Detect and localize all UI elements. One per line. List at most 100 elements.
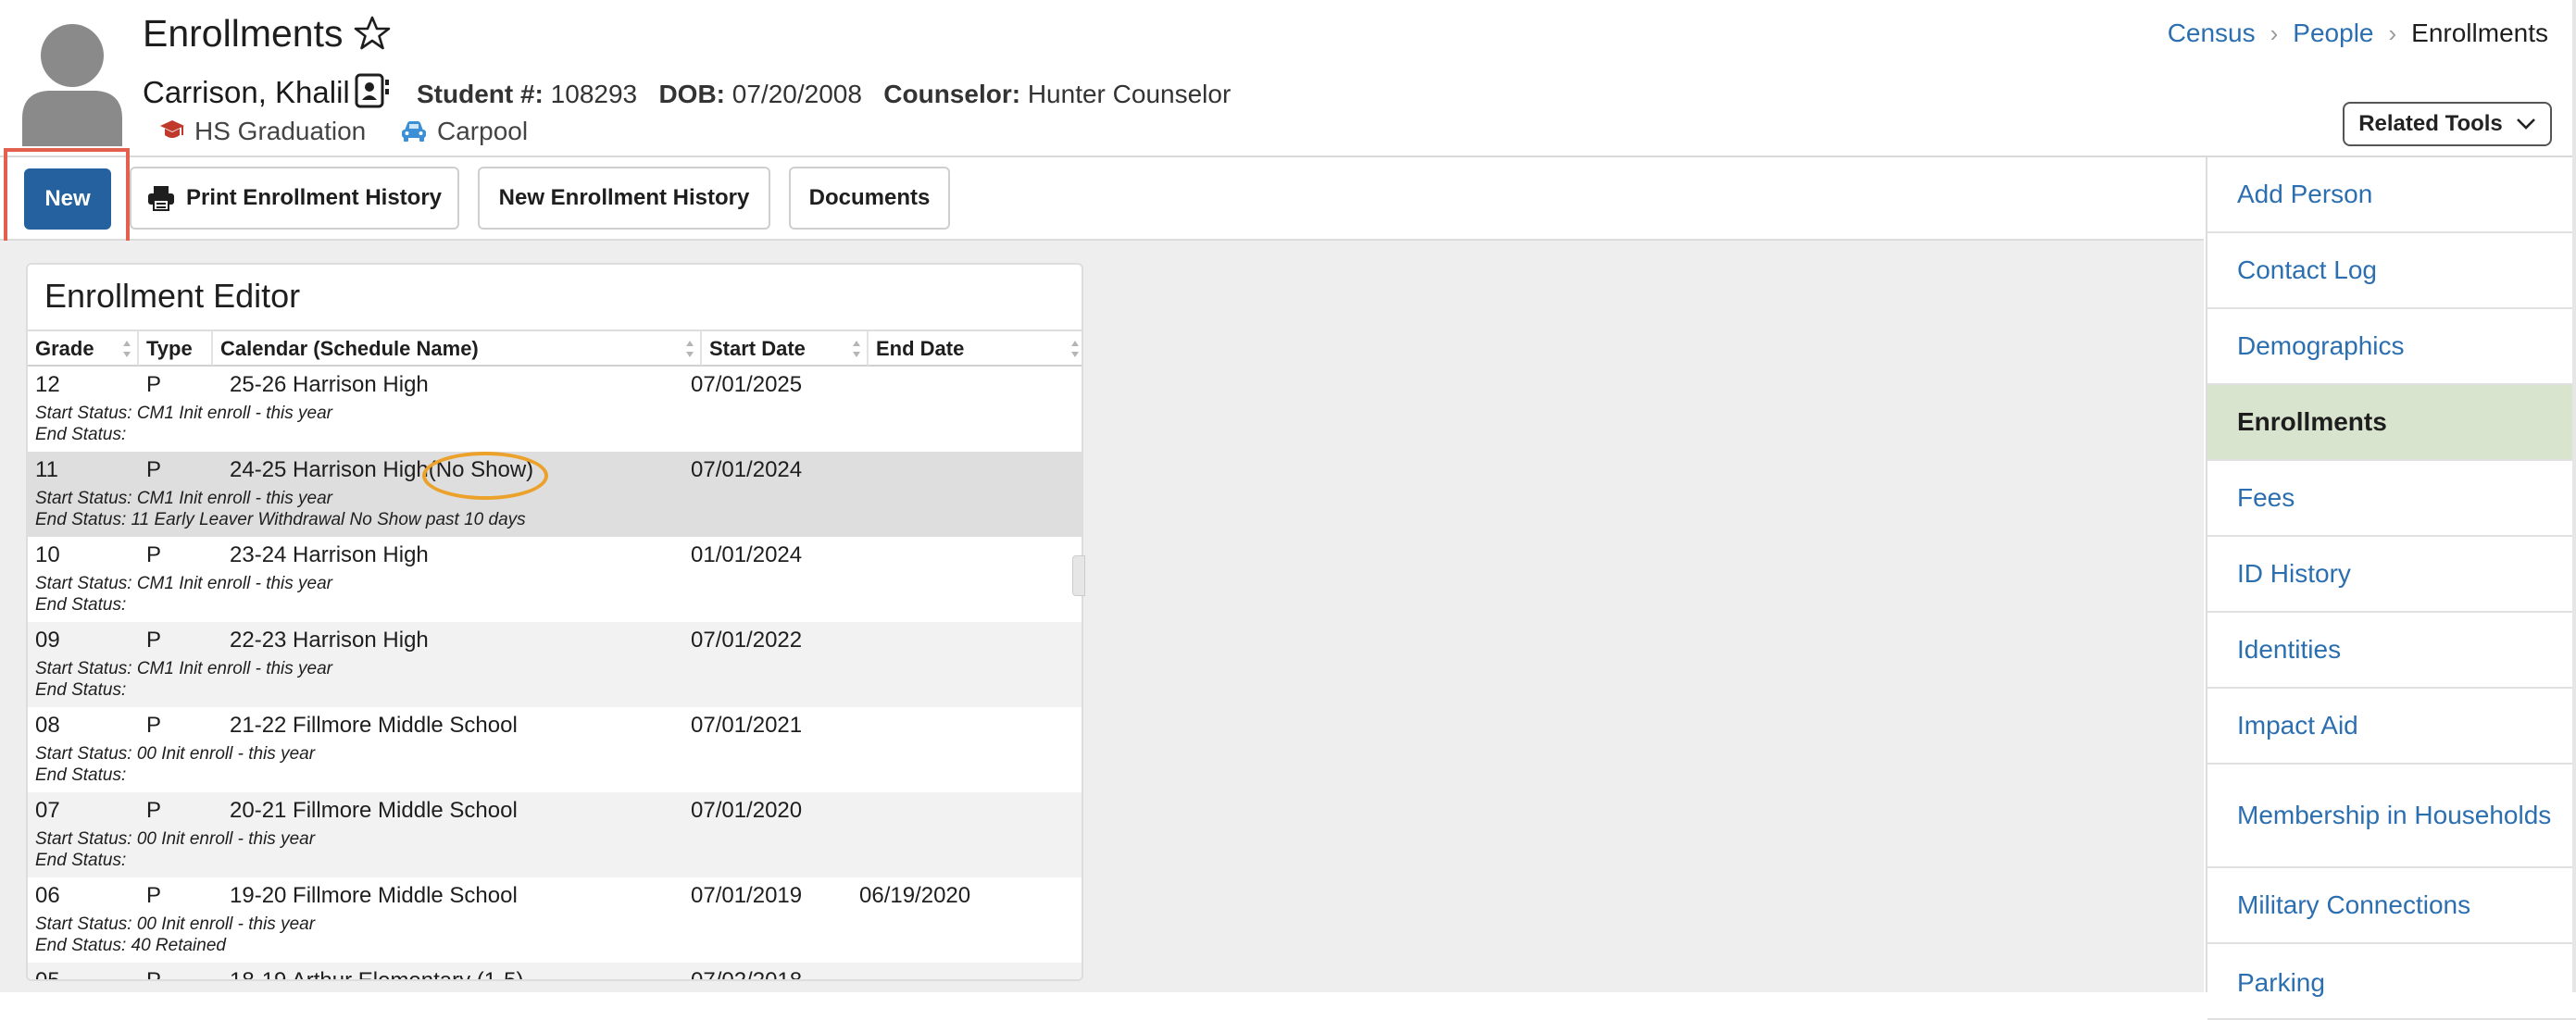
printer-icon — [147, 186, 174, 211]
type-cell: P — [146, 628, 162, 653]
start-date-cell: 07/01/2024 — [691, 457, 803, 482]
grade-cell: 06 — [35, 883, 60, 908]
grade-cell: 08 — [35, 713, 60, 738]
sidebar-item-membership-in-households[interactable]: Membership in Households — [2207, 765, 2576, 868]
start-status: Start Status: 00 Init enroll - this year — [35, 829, 316, 849]
new-enrollment-history-button[interactable]: New Enrollment History — [478, 167, 770, 230]
calendar-cell: 25-26 Harrison High — [230, 372, 429, 397]
start-date-cell: 07/01/2020 — [691, 798, 803, 823]
student-name: Carrison, Khalil — [143, 75, 350, 109]
column-header-label: Start Date — [709, 337, 806, 360]
sidebar-item-contact-log[interactable]: Contact Log — [2207, 233, 2576, 309]
table-row[interactable]: 09 P 22-23 Harrison High 07/01/2022 Star… — [28, 622, 1082, 707]
calendar-cell: 18-19 Arthur Elementary (1-5) — [230, 968, 524, 981]
table-row[interactable]: 11 P 24-25 Harrison High(No Show) 07/01/… — [28, 452, 1082, 537]
table-row[interactable]: 07 P 20-21 Fillmore Middle School 07/01/… — [28, 792, 1082, 877]
sidebar-item-identities[interactable]: Identities — [2207, 613, 2576, 689]
table-row[interactable]: 08 P 21-22 Fillmore Middle School 07/01/… — [28, 707, 1082, 792]
sidebar-item-parking[interactable]: Parking — [2207, 944, 2576, 1020]
student-meta: Student #: 108293 DOB: 07/20/2008 Counse… — [417, 76, 1231, 113]
window-edge — [2572, 0, 2576, 992]
calendar-cell: 21-22 Fillmore Middle School — [230, 713, 518, 738]
contact-card-icon[interactable] — [354, 72, 391, 109]
grade-cell: 09 — [35, 628, 60, 653]
table-row[interactable]: 06 P 19-20 Fillmore Middle School 07/01/… — [28, 877, 1082, 963]
grade-cell: 12 — [35, 372, 60, 397]
column-header-end-date[interactable]: End Date — [869, 331, 1082, 367]
counselor-label: Counselor: — [883, 80, 1021, 108]
start-date-cell: 07/01/2021 — [691, 713, 803, 738]
column-header-calendar[interactable]: Calendar (Schedule Name) — [213, 331, 702, 367]
sidebar-item-add-person[interactable]: Add Person — [2207, 157, 2576, 233]
type-cell: P — [146, 883, 162, 908]
grade-cell: 11 — [35, 457, 58, 482]
highlight-oval — [422, 452, 548, 500]
student-number: 108293 — [550, 80, 638, 108]
column-header-type[interactable]: Type — [139, 331, 213, 367]
end-status: End Status: — [35, 680, 127, 700]
calendar-cell: 20-21 Fillmore Middle School — [230, 798, 518, 823]
start-status: Start Status: CM1 Init enroll - this yea… — [35, 404, 333, 423]
type-cell: P — [146, 457, 162, 482]
breadcrumb-people[interactable]: People — [2293, 15, 2373, 52]
sort-icon — [853, 341, 860, 357]
breadcrumb-census[interactable]: Census — [2168, 15, 2256, 52]
breadcrumb-enrollments: Enrollments — [2411, 19, 2548, 47]
new-button[interactable]: New — [24, 168, 111, 230]
calendar-cell: 23-24 Harrison High — [230, 542, 429, 567]
table-row[interactable]: 12 P 25-26 Harrison High 07/01/2025 Star… — [28, 367, 1082, 452]
print-enrollment-history-button[interactable]: Print Enrollment History — [130, 167, 459, 230]
end-status: End Status: — [35, 595, 127, 615]
sidebar-item-fees[interactable]: Fees — [2207, 461, 2576, 537]
start-status: Start Status: CM1 Init enroll - this yea… — [35, 489, 333, 508]
chevron-right-icon: › — [2270, 19, 2279, 47]
sidebar-item-military-connections[interactable]: Military Connections — [2207, 868, 2576, 944]
flag-carpool[interactable]: Carpool — [400, 115, 528, 148]
start-date-cell: 07/02/2018 — [691, 968, 803, 981]
calendar-name: 24-25 Harrison High — [230, 457, 429, 482]
column-header-label: Calendar (Schedule Name) — [220, 337, 479, 360]
start-date-cell: 07/01/2025 — [691, 372, 803, 397]
sidebar: Add Person Contact Log Demographics Enro… — [2206, 157, 2576, 1020]
type-cell: P — [146, 372, 162, 397]
table-row[interactable]: 05 P 18-19 Arthur Elementary (1-5) 07/02… — [28, 963, 1082, 981]
start-status: Start Status: CM1 Init enroll - this yea… — [35, 574, 333, 593]
end-status: End Status: — [35, 851, 127, 870]
grade-cell: 05 — [35, 968, 60, 981]
grade-cell: 07 — [35, 798, 60, 823]
sidebar-item-enrollments[interactable]: Enrollments — [2207, 385, 2576, 461]
chevron-down-icon — [2516, 118, 2535, 130]
sidebar-item-id-history[interactable]: ID History — [2207, 537, 2576, 613]
type-cell: P — [146, 798, 162, 823]
end-status: End Status: 11 Early Leaver Withdrawal N… — [35, 510, 526, 529]
end-status: End Status: — [35, 765, 127, 785]
counselor-value: Hunter Counselor — [1027, 80, 1232, 108]
type-cell: P — [146, 542, 162, 567]
start-date-cell: 01/01/2024 — [691, 542, 803, 567]
student-number-label: Student #: — [417, 80, 544, 108]
graduation-cap-icon — [160, 120, 184, 138]
calendar-cell: 22-23 Harrison High — [230, 628, 429, 653]
column-header-start-date[interactable]: Start Date — [702, 331, 869, 367]
type-cell: P — [146, 968, 162, 981]
page-title: Enrollments — [143, 12, 344, 55]
flag-hs-graduation[interactable]: HS Graduation — [159, 115, 366, 148]
chevron-right-icon: › — [2388, 19, 2397, 47]
start-date-cell: 07/01/2019 — [691, 883, 803, 908]
related-tools-button[interactable]: Related Tools — [2343, 102, 2552, 146]
dob-value: 07/20/2008 — [732, 80, 862, 108]
type-cell: P — [146, 713, 162, 738]
end-status: End Status: — [35, 425, 127, 444]
sidebar-item-impact-aid[interactable]: Impact Aid — [2207, 689, 2576, 765]
table-row[interactable]: 10 P 23-24 Harrison High 01/01/2024 Star… — [28, 537, 1082, 622]
sort-icon — [686, 341, 694, 357]
documents-button[interactable]: Documents — [789, 167, 950, 230]
breadcrumb: Census › People › Enrollments — [2168, 15, 2548, 52]
avatar-icon — [20, 17, 124, 146]
sidebar-item-demographics[interactable]: Demographics — [2207, 309, 2576, 385]
flag-label: Carpool — [437, 117, 529, 145]
column-header-grade[interactable]: Grade — [28, 331, 139, 367]
star-icon[interactable] — [354, 15, 391, 52]
end-status: End Status: 40 Retained — [35, 936, 226, 955]
panel-resize-handle[interactable] — [1072, 555, 1085, 596]
